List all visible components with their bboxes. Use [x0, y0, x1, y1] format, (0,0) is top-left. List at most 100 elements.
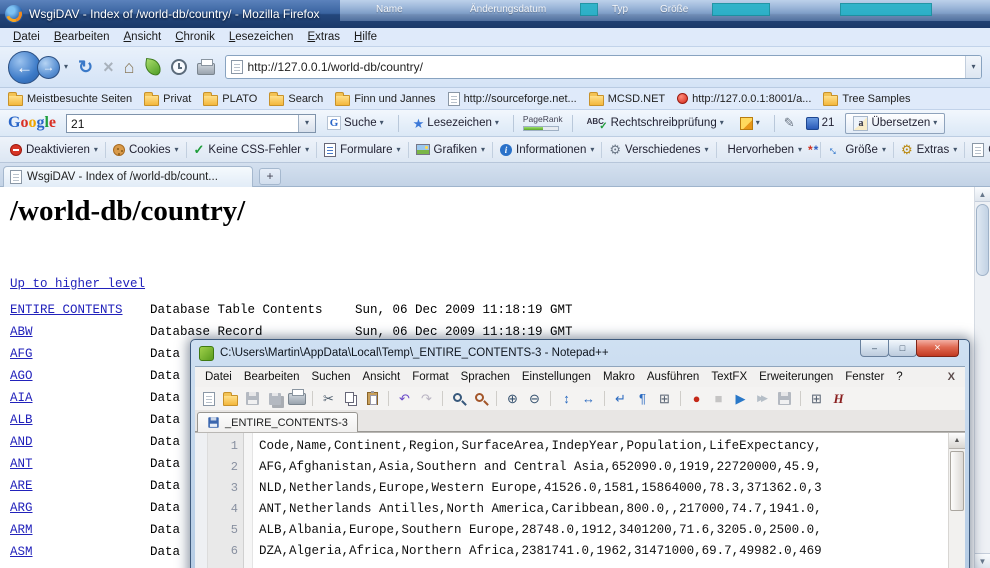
npp-new-file-button[interactable]: [200, 390, 217, 407]
history-dropdown-icon[interactable]: ▾: [64, 63, 68, 71]
bookmark-meistbesuchte-seiten[interactable]: Meistbesuchte Seiten: [8, 92, 132, 106]
google-search-box[interactable]: 21 ▾: [66, 114, 316, 133]
menu-datei[interactable]: Datei: [6, 29, 47, 45]
npp-menu-datei[interactable]: Datei: [199, 369, 238, 385]
npp-menu-makro[interactable]: Makro: [597, 369, 641, 385]
maximize-button[interactable]: □: [888, 340, 917, 357]
listing-link[interactable]: ARM: [10, 519, 150, 541]
menu-bearbeiten[interactable]: Bearbeiten: [47, 29, 117, 45]
menu-hilfe[interactable]: Hilfe: [347, 29, 384, 45]
url-bar[interactable]: http://127.0.0.1/world-db/country/ ▾: [225, 55, 983, 79]
pagerank-indicator[interactable]: PageRank: [523, 115, 563, 131]
editor-scrollbar[interactable]: ▲: [948, 433, 965, 568]
webdev-keine-css-fehler[interactable]: ✓Keine CSS-Fehler▾: [188, 143, 316, 156]
menu-lesezeichen[interactable]: Lesezeichen: [222, 29, 301, 45]
code-line[interactable]: ANT,Netherlands Antilles,North America,C…: [259, 499, 948, 520]
editor-text[interactable]: Code,Name,Continent,Region,SurfaceArea,I…: [253, 433, 948, 568]
listing-link[interactable]: ASM: [10, 541, 150, 563]
webdev-deaktivieren[interactable]: Deaktivieren▾: [4, 144, 104, 156]
npp-menu-[interactable]: ?: [890, 369, 908, 385]
stop-button[interactable]: ×: [103, 58, 114, 76]
npp-stop-macro-button[interactable]: ■: [710, 390, 727, 407]
listing-link[interactable]: ARE: [10, 475, 150, 497]
scroll-up-icon[interactable]: ▲: [975, 187, 990, 202]
tab-entire-contents[interactable]: _ENTIRE_CONTENTS-3: [197, 412, 358, 432]
url-dropdown[interactable]: ▾: [965, 56, 981, 78]
google-search-value[interactable]: 21: [67, 115, 298, 132]
npp-redo-button[interactable]: ↷: [418, 390, 435, 407]
npp-indent-guide-button[interactable]: ⊞: [656, 390, 673, 407]
code-line[interactable]: ALB,Albania,Europe,Southern Europe,28748…: [259, 520, 948, 541]
npp-menu-ansicht[interactable]: Ansicht: [357, 369, 407, 385]
npp-word-wrap-button[interactable]: ↵: [612, 390, 629, 407]
notepadpp-editor[interactable]: 123456 Code,Name,Continent,Region,Surfac…: [195, 432, 965, 568]
npp-menu-textfx[interactable]: TextFX: [705, 369, 753, 385]
forward-button[interactable]: →: [37, 56, 60, 79]
listing-link[interactable]: ALB: [10, 409, 150, 431]
scroll-up-icon[interactable]: ▲: [949, 433, 965, 449]
scrollbar-thumb[interactable]: [976, 204, 989, 276]
bookmark-finn-und-jannes[interactable]: Finn und Jannes: [335, 92, 435, 106]
npp-menu-suchen[interactable]: Suchen: [305, 369, 356, 385]
npp-menu-bearbeiten[interactable]: Bearbeiten: [238, 369, 306, 385]
npp-replace-button[interactable]: [472, 390, 489, 407]
bookmark-tree-samples[interactable]: Tree Samples: [823, 92, 910, 106]
search-history-dropdown[interactable]: ▾: [298, 115, 315, 132]
google-search-button[interactable]: G Suche ▾: [322, 114, 389, 132]
bookmark-http-127-0-0-1-8001-a[interactable]: http://127.0.0.1:8001/a...: [677, 93, 811, 105]
pencil-icon[interactable]: ✎: [784, 115, 795, 131]
npp-print-button[interactable]: [288, 390, 305, 407]
firefox-titlebar[interactable]: WsgiDAV - Index of /world-db/country/ - …: [0, 0, 990, 28]
listing-link[interactable]: ARG: [10, 497, 150, 519]
webdev-formulare[interactable]: Formulare▾: [318, 143, 406, 157]
menu-ansicht[interactable]: Ansicht: [117, 29, 169, 45]
home-button[interactable]: ⌂: [124, 58, 135, 76]
tab-wsgidav[interactable]: WsgiDAV - Index of /world-db/count...: [3, 166, 253, 187]
webdev-gr-e[interactable]: ↔Größe▾: [822, 143, 892, 156]
listing-link[interactable]: ANT: [10, 453, 150, 475]
counter-button[interactable]: 21: [801, 115, 840, 132]
npp-open-file-button[interactable]: [222, 390, 239, 407]
highlighter-button[interactable]: ▾: [735, 115, 765, 132]
webdev-verschiedenes[interactable]: ⚙Verschiedenes▾: [603, 143, 714, 156]
npp-menu-fenster[interactable]: Fenster: [839, 369, 890, 385]
webdev-cookies[interactable]: Cookies▾: [107, 144, 185, 156]
menu-chronik[interactable]: Chronik: [168, 29, 222, 45]
npp-copy-button[interactable]: [342, 390, 359, 407]
code-line[interactable]: DZA,Algeria,Africa,Northern Africa,23817…: [259, 541, 948, 562]
webdev-quellte[interactable]: Quellte...▾: [966, 143, 990, 157]
npp-show-all-characters-button[interactable]: ¶: [634, 390, 651, 407]
up-link[interactable]: Up to higher level: [10, 277, 145, 291]
google-bookmarks-button[interactable]: ★ Lesezeichen ▾: [408, 115, 504, 132]
npp-run-macro-multiple-button[interactable]: ▶▶: [754, 390, 771, 407]
npp-zoom-in-button[interactable]: ⊕: [504, 390, 521, 407]
npp-document-switcher-button[interactable]: ⊞: [808, 390, 825, 407]
bookmark-http-sourceforge-net[interactable]: http://sourceforge.net...: [448, 92, 577, 106]
reload-button[interactable]: ↻: [78, 58, 93, 76]
scrollbar-thumb[interactable]: [950, 451, 964, 511]
listing-link[interactable]: AFG: [10, 343, 150, 365]
bookmark-search[interactable]: Search: [269, 92, 323, 106]
npp-zoom-out-button[interactable]: ⊖: [526, 390, 543, 407]
npp-menu-erweiterungen[interactable]: Erweiterungen: [753, 369, 839, 385]
new-tab-button[interactable]: +: [259, 168, 281, 185]
listing-link[interactable]: AIA: [10, 387, 150, 409]
npp-cut-button[interactable]: ✂: [320, 390, 337, 407]
url-text[interactable]: http://127.0.0.1/world-db/country/: [248, 60, 423, 74]
npp-paste-button[interactable]: [364, 390, 381, 407]
listing-link[interactable]: ABW: [10, 321, 150, 343]
menubar-close-button[interactable]: X: [948, 371, 959, 383]
feather-addon-icon[interactable]: [143, 58, 161, 76]
npp-menu-sprachen[interactable]: Sprachen: [455, 369, 516, 385]
bookmark-privat[interactable]: Privat: [144, 92, 191, 106]
webdev-hervorheben[interactable]: Hervorheben▾: [718, 144, 809, 156]
npp-play-macro-button[interactable]: ▶: [732, 390, 749, 407]
npp-save-macro-button[interactable]: [776, 390, 793, 407]
page-scrollbar[interactable]: ▲ ▼: [974, 187, 990, 568]
npp-sync-horizontal-button[interactable]: ↔: [580, 390, 597, 407]
minimize-button[interactable]: –: [860, 340, 889, 357]
npp-sync-vertical-button[interactable]: ↕: [558, 390, 575, 407]
npp-save-all-button[interactable]: [266, 390, 283, 407]
scroll-down-icon[interactable]: ▼: [975, 553, 990, 568]
npp-undo-button[interactable]: ↶: [396, 390, 413, 407]
